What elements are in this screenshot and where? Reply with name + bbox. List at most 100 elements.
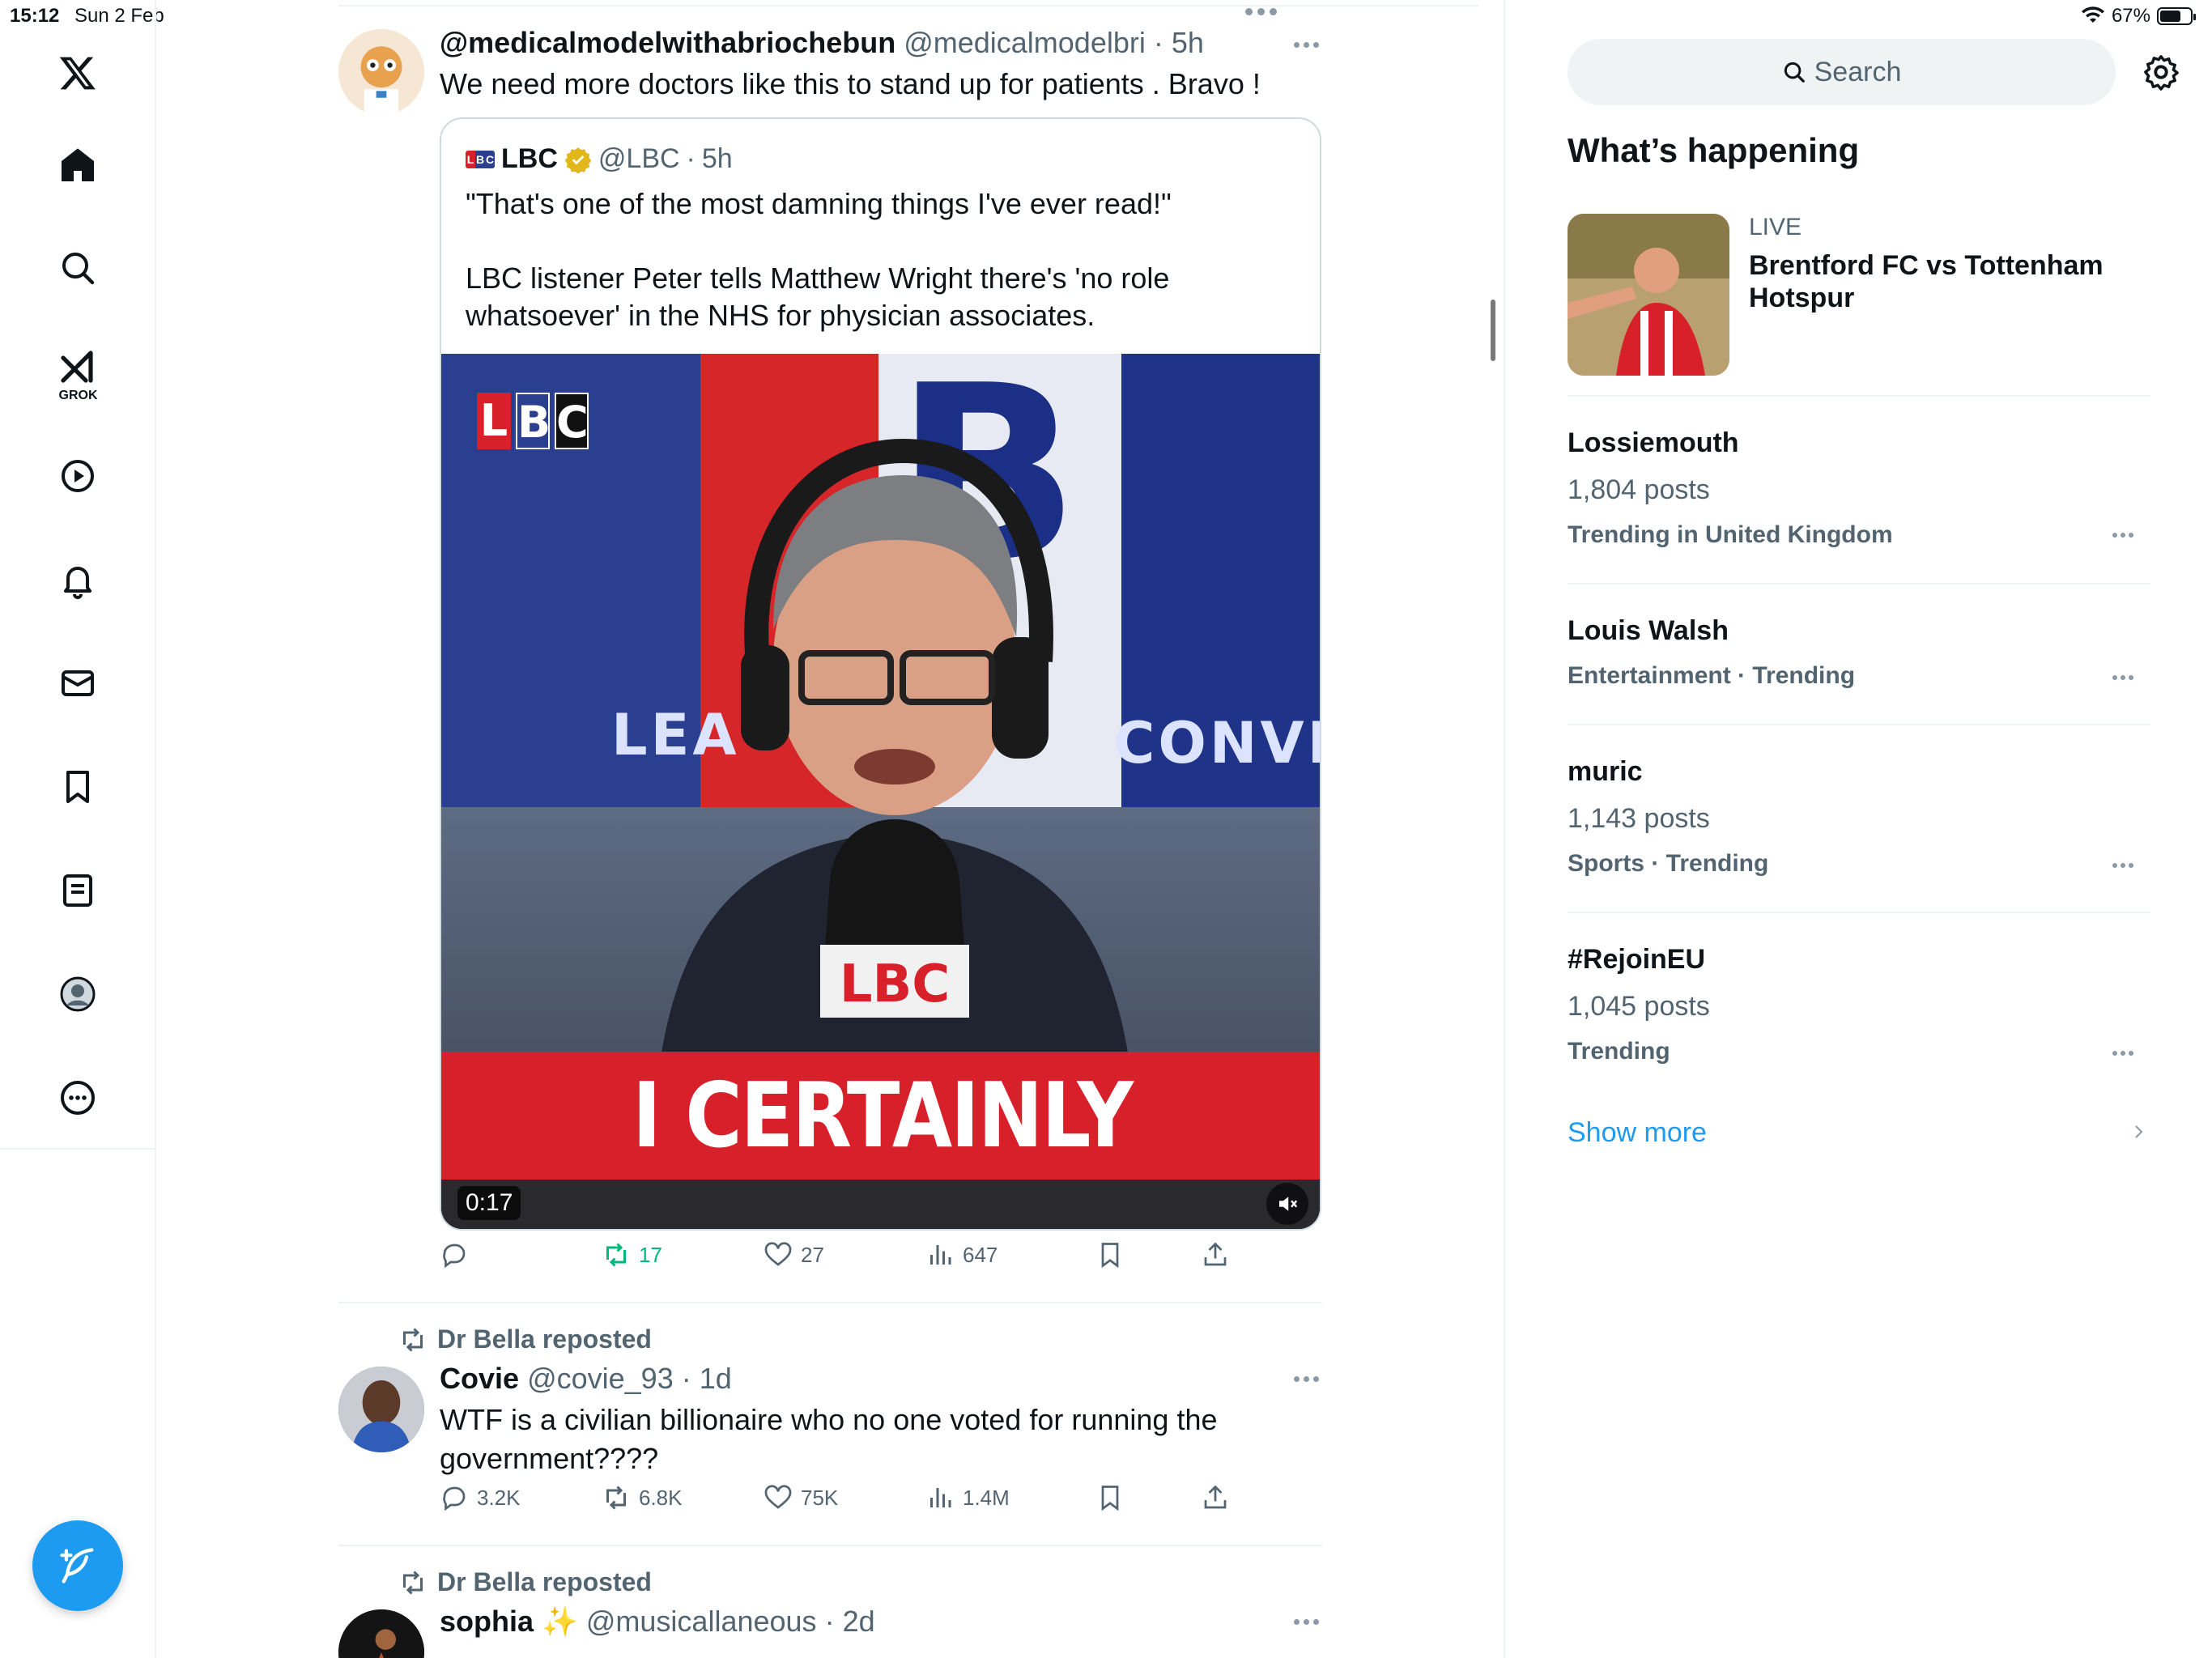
- display-name[interactable]: Covie: [440, 1362, 519, 1395]
- views-chart-icon: [930, 1245, 951, 1265]
- multitask-handle[interactable]: [1245, 8, 1277, 15]
- settings-gear-icon[interactable]: [2142, 53, 2180, 91]
- search-icon[interactable]: [49, 239, 107, 297]
- trend-separator: [1568, 583, 2150, 585]
- quoted-tweet[interactable]: LBC LBC @LBC · 5h "That's one of the most …: [440, 117, 1321, 1231]
- speaker-muted-icon: [1279, 1197, 1298, 1211]
- more-options-icon[interactable]: [1294, 1376, 1319, 1382]
- repost-context-label[interactable]: Dr Bella reposted: [437, 1324, 652, 1354]
- profile-icon[interactable]: [49, 965, 107, 1023]
- reply-button[interactable]: [440, 1240, 477, 1269]
- trend-title: muric: [1568, 756, 1643, 787]
- chevron-right-icon[interactable]: [2129, 1122, 2148, 1141]
- home-icon[interactable]: [49, 136, 107, 194]
- presenter-figure: LBC: [652, 438, 1138, 1155]
- handle[interactable]: @medicalmodelbri: [904, 26, 1146, 59]
- grok-label: GROK: [58, 389, 98, 402]
- timestamp[interactable]: 5h: [1172, 26, 1204, 59]
- trend-more-icon[interactable]: [2112, 863, 2133, 868]
- top-divider: [338, 5, 1478, 6]
- search-bar[interactable]: Search: [1568, 39, 2116, 105]
- timestamp[interactable]: 1d: [700, 1362, 732, 1395]
- repost-button[interactable]: 6.8K: [602, 1483, 683, 1512]
- avatar[interactable]: [338, 29, 424, 115]
- nav-divider: [0, 1148, 156, 1150]
- lbc-logo-b: B: [516, 393, 551, 449]
- search-icon: [1784, 62, 1805, 83]
- lists-icon[interactable]: [49, 861, 107, 920]
- video-play-icon[interactable]: [49, 447, 107, 505]
- tweet-header: sophia ✨ @musicallaneous · 2d: [440, 1605, 875, 1638]
- lbc-logo-l: L: [477, 393, 511, 449]
- like-button[interactable]: 75K: [764, 1483, 838, 1512]
- compose-button[interactable]: [32, 1520, 123, 1611]
- repost-context: Dr Bella reposted: [398, 1567, 652, 1597]
- reply-button[interactable]: 3.2K: [440, 1483, 521, 1512]
- caption-text: I CERTAINLY: [632, 1063, 1134, 1168]
- like-button[interactable]: 27: [764, 1240, 824, 1269]
- avatar[interactable]: [338, 1367, 424, 1452]
- repost-count: 17: [639, 1242, 662, 1267]
- trend-more-icon[interactable]: [2112, 675, 2133, 680]
- bookmark-icon[interactable]: [49, 758, 107, 816]
- bookmark-icon: [1101, 1486, 1119, 1511]
- trend-title: Louis Walsh: [1568, 615, 1729, 646]
- more-circle-icon[interactable]: [49, 1069, 107, 1127]
- share-button[interactable]: [1201, 1240, 1230, 1269]
- x-logo-icon[interactable]: [49, 44, 107, 102]
- heart-icon: [764, 1242, 792, 1266]
- trend-separator: [1568, 912, 2150, 913]
- handle[interactable]: @covie_93: [527, 1362, 674, 1395]
- trend-more-icon[interactable]: [2112, 1051, 2133, 1056]
- repost-count: 6.8K: [639, 1485, 683, 1510]
- views-chart-icon: [930, 1488, 951, 1507]
- trend-separator: [1568, 724, 2150, 725]
- bookmark-button[interactable]: [1095, 1483, 1125, 1512]
- repost-button[interactable]: 17: [602, 1240, 662, 1269]
- left-nav: GROK: [0, 0, 156, 1658]
- repost-icon: [403, 1570, 423, 1595]
- share-button[interactable]: [1201, 1483, 1230, 1512]
- display-name[interactable]: @medicalmodelwithabriochebun: [440, 26, 895, 59]
- live-event-card[interactable]: LIVE Brentford FC vs Tottenham Hotspur: [1568, 214, 2150, 376]
- display-name[interactable]: sophia: [440, 1605, 534, 1638]
- repost-context-label[interactable]: Dr Bella reposted: [437, 1567, 652, 1597]
- like-count: 27: [801, 1242, 824, 1267]
- show-more-link[interactable]: Show more: [1568, 1117, 1707, 1149]
- trend-meta: Trending in United Kingdom: [1568, 521, 1893, 548]
- timestamp[interactable]: 2d: [843, 1605, 875, 1638]
- bookmark-button[interactable]: [1095, 1240, 1125, 1269]
- quote-text: "That's one of the most damning things I…: [466, 187, 1172, 332]
- more-options-icon[interactable]: [1294, 42, 1319, 48]
- video-player[interactable]: B LEA CONVERS L B C: [441, 354, 1320, 1229]
- share-icon: [1204, 1242, 1227, 1266]
- trend-meta: Sports · Trending: [1568, 850, 1769, 877]
- live-label: LIVE: [1749, 214, 1802, 240]
- mute-button[interactable]: [1266, 1183, 1308, 1225]
- like-count: 75K: [801, 1485, 839, 1510]
- share-icon: [1204, 1485, 1227, 1509]
- bell-icon[interactable]: [49, 551, 107, 609]
- tweet-divider: [338, 1302, 1322, 1303]
- mail-icon[interactable]: [49, 654, 107, 712]
- views-button[interactable]: 1.4M: [925, 1483, 1010, 1512]
- trend-posts: 1,143 posts: [1568, 803, 1710, 834]
- reply-icon: [443, 1486, 466, 1511]
- views-count: 1.4M: [963, 1485, 1010, 1510]
- scroll-indicator[interactable]: [1491, 300, 1495, 361]
- trend-posts: 1,045 posts: [1568, 991, 1710, 1022]
- trend-title: #RejoinEU: [1568, 944, 1706, 975]
- trend-more-icon[interactable]: [2112, 533, 2133, 538]
- lbc-logo-c: C: [555, 393, 589, 449]
- right-sidebar: Search What’s happening LIVE Brentford F…: [1504, 0, 2212, 1658]
- sparkles-icon: ✨: [542, 1605, 578, 1638]
- tweet-header: Covie @covie_93 · 1d: [440, 1362, 732, 1395]
- views-button[interactable]: 647: [925, 1240, 998, 1269]
- handle[interactable]: @musicallaneous: [586, 1605, 817, 1638]
- lbc-avatar: LBC: [466, 150, 495, 168]
- trend-meta: Entertainment · Trending: [1568, 662, 1856, 689]
- whats-happening-title: What’s happening: [1568, 131, 1860, 169]
- repost-context: Dr Bella reposted: [398, 1324, 652, 1354]
- more-options-icon[interactable]: [1294, 1619, 1319, 1625]
- video-caption: I CERTAINLY: [441, 1052, 1320, 1180]
